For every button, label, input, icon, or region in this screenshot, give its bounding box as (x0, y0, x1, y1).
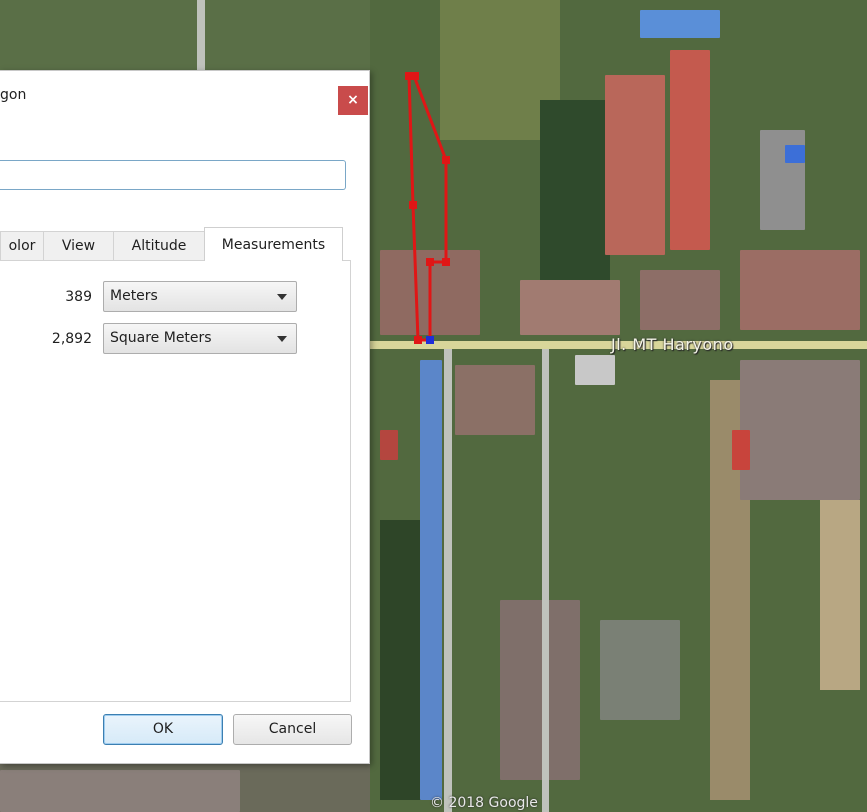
tab-bar: olor View Altitude Measurements (0, 227, 369, 261)
measurements-panel: 389 Meters 2,892 Square Meters (0, 260, 351, 702)
polygon-vertex[interactable] (426, 258, 434, 266)
perimeter-unit-label: Meters (110, 288, 158, 304)
tab-style-color[interactable]: olor (0, 231, 44, 260)
chevron-down-icon (277, 336, 287, 342)
cancel-button[interactable]: Cancel (233, 714, 352, 745)
polygon-vertex[interactable] (442, 156, 450, 164)
name-field[interactable] (0, 160, 346, 190)
polygon-vertex[interactable] (411, 72, 419, 80)
polygon-vertex[interactable] (409, 201, 417, 209)
polygon-properties-dialog: gon × olor View Altitude Measurements 38… (0, 70, 370, 764)
area-unit-select[interactable]: Square Meters (103, 323, 297, 354)
polygon-vertex[interactable] (414, 336, 422, 344)
tab-measurements[interactable]: Measurements (204, 227, 343, 261)
polygon-vertex[interactable] (442, 258, 450, 266)
close-button[interactable]: × (338, 86, 368, 115)
perimeter-unit-select[interactable]: Meters (103, 281, 297, 312)
chevron-down-icon (277, 294, 287, 300)
tab-altitude[interactable]: Altitude (113, 231, 205, 260)
map-copyright: © 2018 Google (430, 795, 538, 811)
polygon-vertex-selected[interactable] (426, 336, 434, 344)
area-unit-label: Square Meters (110, 330, 212, 346)
perimeter-value: 389 (65, 289, 92, 305)
tab-view[interactable]: View (43, 231, 114, 260)
dialog-title: gon (0, 87, 27, 103)
area-value: 2,892 (51, 331, 92, 347)
ok-button[interactable]: OK (103, 714, 223, 745)
